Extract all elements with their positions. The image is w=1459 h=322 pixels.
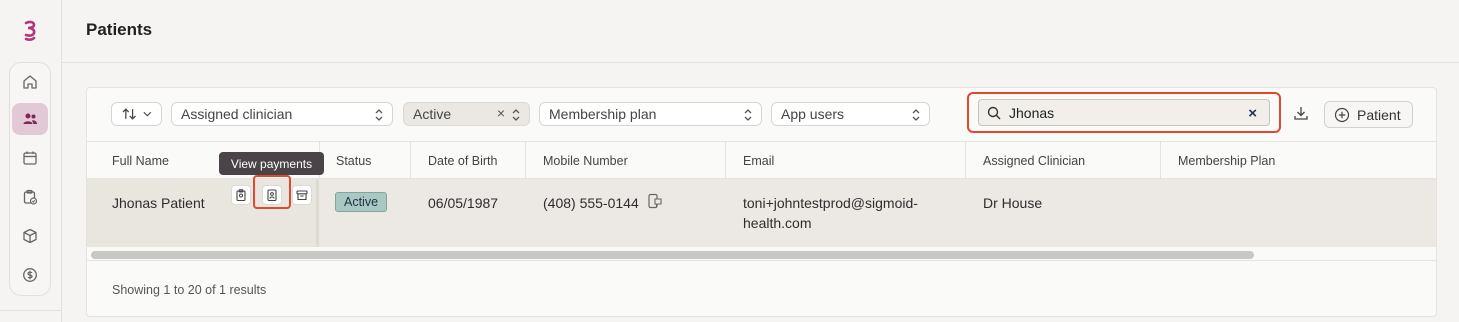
search-highlight: Jhonas × bbox=[967, 92, 1281, 133]
clear-filter-icon[interactable]: × bbox=[497, 105, 505, 121]
page-title: Patients bbox=[86, 20, 153, 39]
sidebar-item-billing[interactable] bbox=[12, 259, 48, 291]
home-icon bbox=[23, 75, 37, 89]
chevron-updown-icon bbox=[912, 109, 920, 121]
patient-email-line1: toni+johntestprod@sigmoid- bbox=[743, 195, 918, 211]
horizontal-scrollbar[interactable] bbox=[87, 249, 1436, 261]
column-header-email[interactable]: Email bbox=[743, 154, 774, 168]
patient-dob: 06/05/1987 bbox=[428, 195, 499, 211]
download-icon[interactable] bbox=[1293, 105, 1309, 121]
add-patient-button[interactable]: Patient bbox=[1324, 101, 1413, 128]
scrollbar-thumb[interactable] bbox=[91, 251, 1254, 259]
column-divider bbox=[410, 142, 411, 179]
status-filter[interactable]: Active × bbox=[403, 102, 530, 126]
sidebar-nav bbox=[9, 62, 51, 296]
sort-icon bbox=[122, 108, 136, 120]
sidebar-item-tasks[interactable] bbox=[12, 181, 48, 213]
status-badge: Active bbox=[335, 192, 388, 212]
column-header-membership-plan[interactable]: Membership Plan bbox=[1178, 154, 1275, 168]
search-input[interactable]: Jhonas × bbox=[978, 99, 1270, 126]
search-value: Jhonas bbox=[1009, 104, 1055, 121]
sidebar-item-calendar[interactable] bbox=[12, 142, 48, 174]
assigned-clinician-filter-label: Assigned clinician bbox=[181, 106, 293, 122]
sidebar-item-patients[interactable] bbox=[12, 103, 48, 135]
patient-mobile: (408) 555-0144 bbox=[543, 195, 639, 211]
patient-email[interactable]: toni+johntestprod@sigmoid- health.com bbox=[743, 193, 918, 233]
chevron-updown-icon bbox=[744, 109, 752, 121]
assigned-clinician-filter[interactable]: Assigned clinician bbox=[171, 102, 393, 126]
membership-plan-filter-label: Membership plan bbox=[549, 106, 657, 122]
view-records-action[interactable] bbox=[231, 185, 251, 205]
sidebar-item-products[interactable] bbox=[12, 220, 48, 252]
membership-plan-filter[interactable]: Membership plan bbox=[539, 102, 762, 126]
archive-action[interactable] bbox=[292, 185, 312, 205]
patients-icon bbox=[23, 113, 37, 124]
brand-logo[interactable] bbox=[20, 20, 40, 42]
search-icon bbox=[987, 106, 1001, 120]
patient-full-name[interactable]: Jhonas Patient bbox=[112, 193, 205, 213]
package-icon bbox=[23, 228, 37, 244]
patient-clinician: Dr House bbox=[983, 195, 1043, 211]
column-header-mobile[interactable]: Mobile Number bbox=[543, 154, 628, 168]
dollar-icon bbox=[23, 268, 37, 282]
view-payments-highlight bbox=[253, 175, 291, 209]
column-header-full-name[interactable]: Full Name bbox=[112, 154, 169, 168]
chevron-updown-icon bbox=[375, 109, 383, 121]
patients-card: Assigned clinician Active × Membership p… bbox=[86, 87, 1437, 317]
app-users-filter[interactable]: App users bbox=[771, 102, 930, 126]
chevron-down-icon bbox=[143, 111, 152, 117]
add-patient-label: Patient bbox=[1357, 106, 1401, 123]
sidebar-divider bbox=[0, 310, 62, 311]
sort-button[interactable] bbox=[111, 102, 162, 126]
column-header-status[interactable]: Status bbox=[336, 154, 371, 168]
column-divider bbox=[525, 142, 526, 179]
app-users-filter-label: App users bbox=[781, 106, 845, 122]
clipboard-check-icon bbox=[23, 189, 38, 205]
chevron-updown-icon bbox=[512, 109, 520, 121]
column-divider bbox=[1160, 142, 1161, 179]
column-header-assigned-clinician[interactable]: Assigned Clinician bbox=[983, 154, 1085, 168]
status-filter-label: Active bbox=[413, 106, 452, 122]
sidebar bbox=[0, 0, 62, 322]
column-header-dob[interactable]: Date of Birth bbox=[428, 154, 497, 168]
archive-icon bbox=[296, 190, 308, 201]
plus-circle-icon bbox=[1334, 107, 1350, 123]
column-divider bbox=[725, 142, 726, 179]
column-divider bbox=[965, 142, 966, 179]
header-divider bbox=[62, 62, 1459, 63]
calendar-icon bbox=[23, 151, 37, 165]
view-payments-tooltip: View payments bbox=[219, 152, 324, 175]
phone-message-icon[interactable] bbox=[646, 193, 662, 209]
sidebar-item-home[interactable] bbox=[12, 66, 48, 98]
clipboard-icon bbox=[236, 189, 246, 201]
pagination-summary: Showing 1 to 20 of 1 results bbox=[112, 283, 267, 297]
clear-search-icon[interactable]: × bbox=[1248, 105, 1257, 122]
patient-email-line2: health.com bbox=[743, 215, 812, 231]
